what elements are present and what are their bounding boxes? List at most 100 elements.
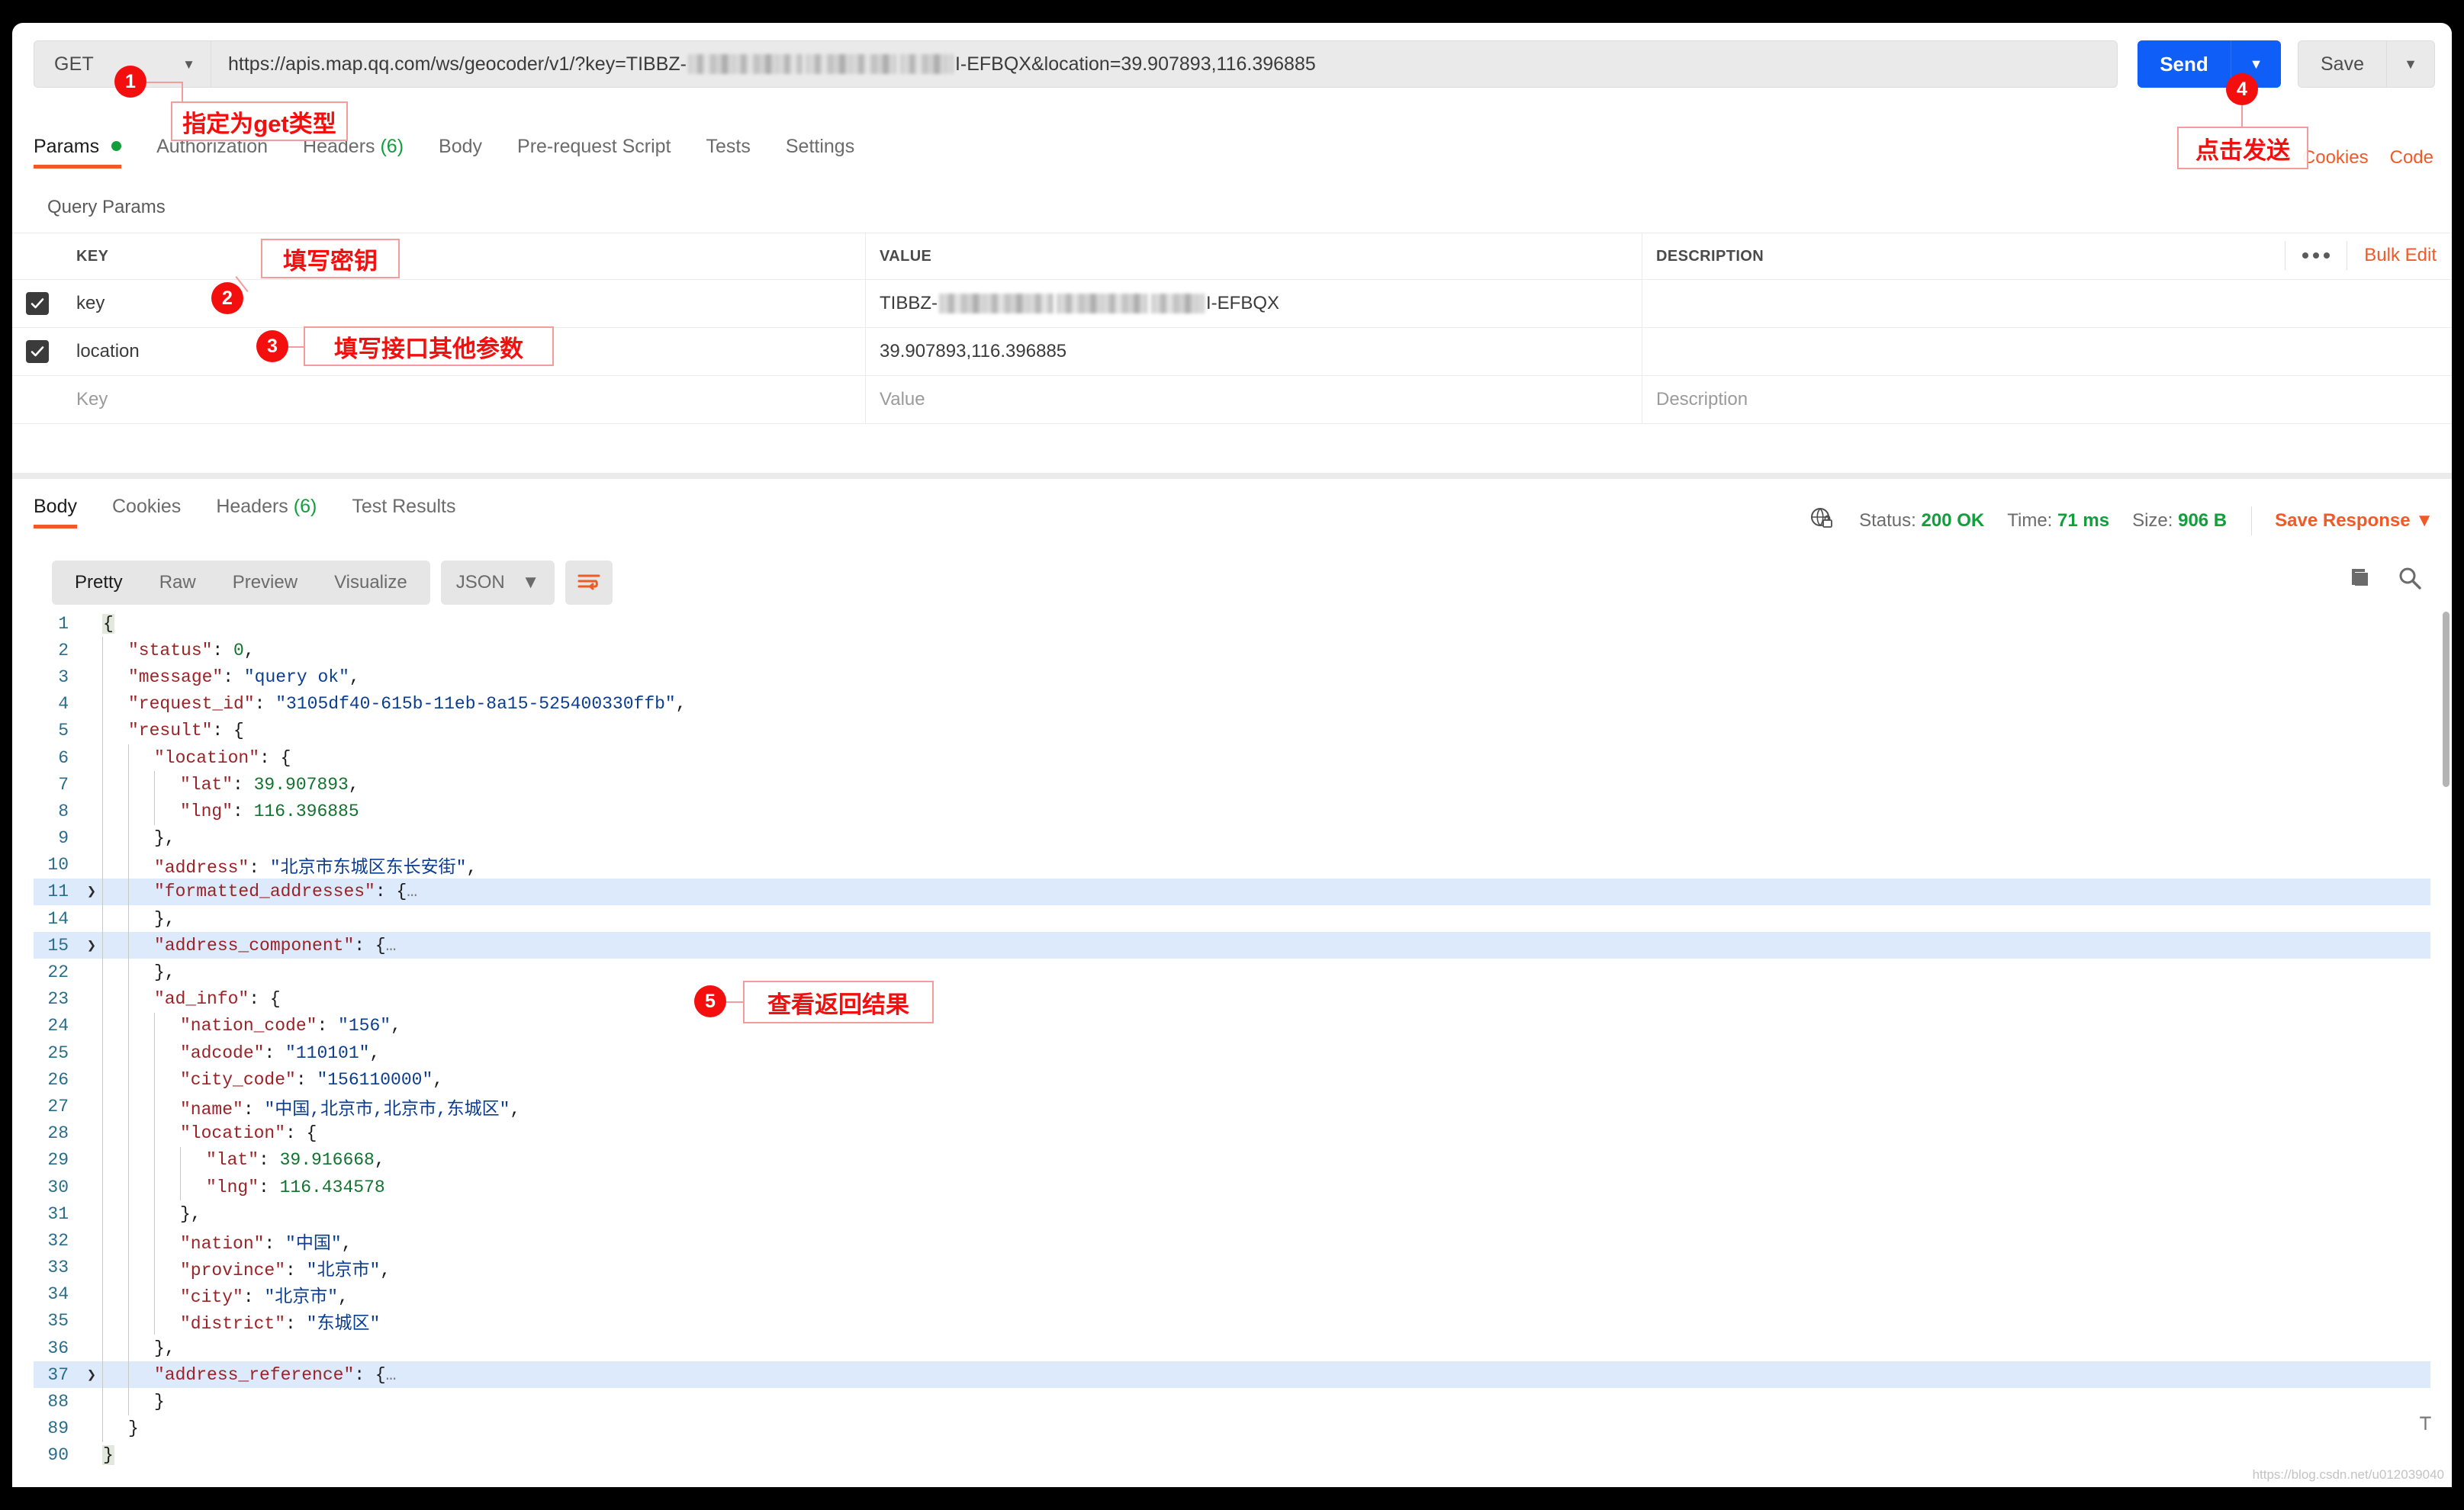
save-button[interactable]: Save [2298,40,2386,88]
tab-params[interactable]: Params [34,136,122,169]
search-icon[interactable] [2397,566,2423,596]
token-key: "city_code" [180,1069,296,1090]
indent-guide [154,1280,180,1308]
view-mode-visualize[interactable]: Visualize [316,572,426,593]
token-pun: : [233,774,254,795]
postman-window: GET ▼ https://apis.map.qq.com/ws/geocode… [12,23,2452,1487]
line-number: 2 [58,640,69,660]
save-options-chevron-down-icon[interactable]: ▼ [2386,40,2435,88]
code-tokens: "lat": 39.916668, [206,1150,385,1170]
new-param-key-input[interactable]: Key [63,376,866,423]
response-body-json[interactable]: 1{2 "status": 0, 3 "message": "query ok", 4 "… [34,610,2430,1487]
new-param-value-input[interactable]: Value [866,376,1642,423]
param-key-input[interactable]: key [63,280,866,327]
token-pun: }, [154,1338,175,1358]
query-params-actions: Bulk Edit [2285,233,2437,278]
indent-guide [102,1039,128,1067]
param-value-input[interactable]: 39.907893,116.396885 [866,328,1642,375]
token-key: "lat" [206,1150,259,1171]
resize-handle-icon[interactable]: ⊤ [2419,1410,2432,1437]
tab-pre-request-script[interactable]: Pre-request Script [517,136,671,169]
indent-guide [102,824,128,852]
line-number: 23 [47,989,69,1010]
token-str: "北京市东城区东长安街" [269,858,467,879]
save-response-button[interactable]: Save Response ▼ [2275,510,2433,532]
indent-guide [102,637,128,664]
fold-chevron-right-icon[interactable]: ❯ [81,882,102,901]
url-input[interactable]: https://apis.map.qq.com/ws/geocoder/v1/?… [211,40,2118,88]
code-link[interactable]: Code [2390,147,2433,169]
code-tokens: }, [154,828,175,848]
send-button[interactable]: Send [2138,40,2231,88]
wrap-lines-button[interactable] [565,561,613,605]
param-description-input[interactable] [1642,328,2452,375]
cookies-link[interactable]: Cookies [2302,147,2369,169]
indent-guide [128,1173,154,1201]
indent-guide [102,1120,128,1147]
token-pun: : [243,1287,265,1308]
token-pun: : { [354,1364,386,1385]
token-str: "中国" [285,1233,342,1254]
new-param-description-input[interactable]: Description [1642,376,2452,423]
indent-guide [128,1227,154,1255]
line-number: 29 [47,1150,69,1171]
code-tokens: }, [154,962,175,982]
token-str: "东城区" [306,1314,381,1335]
token-pun: , [675,694,687,715]
response-tabs: Body Cookies Headers (6) Test Results [34,496,491,528]
fold-chevron-right-icon[interactable]: ❯ [81,1365,102,1385]
param-description-input[interactable] [1642,280,2452,327]
indent-guide [180,1146,206,1174]
pane-divider[interactable] [12,473,2452,479]
token-pun: : [264,1233,286,1254]
code-line: 90} [34,1442,2430,1469]
redacted-block-2 [805,54,897,74]
code-tokens: "formatted_addresses": {… [154,882,417,901]
row-checkbox-key[interactable] [26,292,49,315]
indent-guide [128,744,154,772]
bulk-edit-button[interactable]: Bulk Edit [2347,245,2437,266]
token-key: "lng" [206,1177,259,1197]
view-mode-pretty[interactable]: Pretty [56,572,141,593]
check-icon [31,298,44,309]
tab-settings[interactable]: Settings [786,136,854,169]
token-pun: , [243,640,255,660]
code-line: 32 "nation": "中国", [34,1227,2430,1255]
param-value-input[interactable]: TIBBZ- I-EFBQX [866,280,1642,327]
indent-guide [128,1200,154,1228]
row-checkbox-location[interactable] [26,340,49,363]
response-tab-body[interactable]: Body [34,496,77,528]
response-tab-test-results[interactable]: Test Results [352,496,455,528]
indent-guides [102,932,154,959]
indent-guide [154,1066,180,1094]
tab-tests[interactable]: Tests [706,136,751,169]
code-tokens: }, [180,1204,201,1224]
redacted-block-1 [687,54,803,74]
response-tab-headers[interactable]: Headers (6) [216,496,317,528]
fold-chevron-right-icon[interactable]: ❯ [81,936,102,956]
url-prefix: https://apis.map.qq.com/ws/geocoder/v1/?… [228,53,687,75]
copy-icon[interactable] [2345,566,2371,596]
format-selector[interactable]: JSON ▼ [440,561,555,605]
token-pun: : { [212,721,244,741]
indent-guide [154,1120,180,1147]
indent-guide [102,851,128,879]
token-pun: , [338,1287,349,1308]
indent-guide [154,1173,180,1201]
view-mode-preview[interactable]: Preview [214,572,316,593]
indent-guides [102,798,180,825]
indent-guide [102,1361,128,1389]
view-mode-raw[interactable]: Raw [141,572,214,593]
line-number: 30 [47,1177,69,1197]
code-tokens: "result": { [128,721,244,741]
code-scrollbar-thumb[interactable] [2443,612,2450,787]
tab-body[interactable]: Body [439,136,482,169]
token-pun: , [369,1043,381,1063]
code-tokens: "lng": 116.434578 [206,1177,385,1197]
response-tab-cookies[interactable]: Cookies [112,496,181,528]
code-tokens: "province": "北京市", [180,1255,391,1280]
time-label: Time: 71 ms [2007,509,2110,531]
more-options-icon[interactable] [2285,241,2348,270]
indent-guide [154,1146,180,1174]
token-pun: , [510,1099,521,1120]
